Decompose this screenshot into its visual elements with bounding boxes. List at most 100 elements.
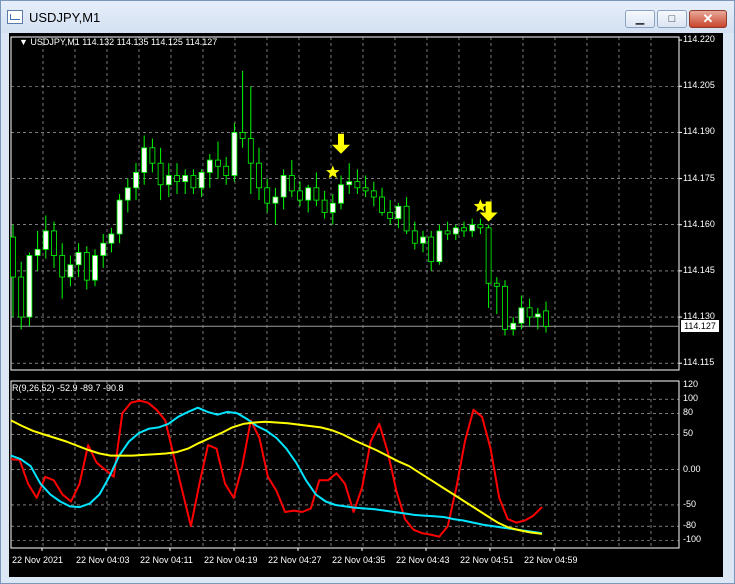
indicator-axis-label: 80: [683, 407, 694, 418]
price-axis-label: 114.205: [683, 80, 715, 91]
candle-bearish: [403, 205, 410, 232]
price-axis-label: 114.220: [683, 34, 715, 45]
candle-bearish: [215, 159, 221, 167]
candle-bullish: [452, 227, 459, 235]
candle-bearish: [297, 190, 303, 201]
minimize-button[interactable]: ▁: [625, 10, 655, 28]
maximize-icon: □: [668, 13, 676, 25]
candle-bullish: [141, 147, 148, 173]
indicator-axis-label: -50: [683, 498, 697, 509]
indicator-info: R(9,26,52) -52.9 -89.7 -90.8: [12, 383, 124, 393]
candle-bullish: [116, 199, 123, 235]
minimize-icon: ▁: [635, 13, 645, 25]
time-axis-label: 22 Nov 04:51: [460, 555, 514, 565]
price-axis-label: 114.160: [683, 218, 715, 229]
candle-bullish: [108, 233, 115, 244]
candle-bearish: [477, 224, 484, 229]
candle-bearish: [444, 230, 451, 235]
price-axis-label: 114.190: [683, 126, 715, 137]
candle-bullish: [198, 172, 205, 189]
candle-bullish: [329, 202, 336, 213]
candle-bullish: [420, 236, 426, 244]
candle-bearish: [526, 307, 533, 318]
time-axis-label: 22 Nov 04:03: [76, 555, 130, 565]
candle-bullish: [42, 230, 49, 250]
candle-bullish: [165, 175, 172, 186]
time-axis-label: 22 Nov 04:35: [332, 555, 386, 565]
candle-bullish: [346, 181, 353, 186]
indicator-axis-label: -100: [683, 534, 702, 545]
candle-bearish: [264, 187, 271, 204]
candle-bearish: [83, 252, 90, 281]
time-axis-label: 22 Nov 04:11: [140, 555, 193, 565]
indicator-axis-label: 50: [683, 428, 694, 439]
candle-bearish: [223, 165, 230, 176]
candle-bullish: [395, 205, 402, 219]
candle-bearish: [157, 162, 164, 186]
chart-canvas[interactable]: [9, 33, 723, 577]
candle-bullish: [231, 132, 238, 176]
current-price-label: 114.127: [681, 320, 719, 333]
main-chart-info: ▼ USDJPY,M1 114.132 114.135 114.125 114.…: [19, 37, 218, 47]
candle-bearish: [313, 187, 320, 201]
candle-bullish: [75, 252, 82, 266]
chart-window-icon: [7, 10, 23, 24]
candle-bearish: [239, 132, 246, 139]
candle-bearish: [247, 138, 254, 164]
candle-bullish: [518, 307, 525, 324]
candle-bearish: [485, 227, 492, 284]
time-axis-label: 22 Nov 2021: [12, 555, 64, 565]
candle-bullish: [338, 184, 344, 204]
candle-bearish: [190, 175, 197, 189]
candle-bullish: [67, 264, 74, 278]
candle-bearish: [174, 175, 180, 183]
candle-bearish: [362, 187, 369, 192]
indicator-line-red: [10, 399, 543, 538]
star-icon: [326, 165, 340, 179]
candle-bearish: [411, 230, 418, 244]
candle-bullish: [26, 255, 33, 318]
candle-bearish: [321, 199, 328, 213]
candle-bullish: [272, 196, 279, 204]
maximize-button[interactable]: □: [657, 10, 687, 28]
close-icon: ✕: [702, 11, 714, 26]
candle-bullish: [182, 175, 189, 183]
candle-bearish: [428, 236, 435, 263]
candle-bearish: [256, 162, 262, 189]
indicator-axis-label: 120: [683, 379, 699, 390]
candle-bearish: [502, 285, 508, 330]
candle-bullish: [206, 159, 213, 173]
main-pane-frame: [10, 36, 680, 371]
time-axis-label: 22 Nov 04:27: [268, 555, 322, 565]
indicator-axis-label: 100: [683, 393, 699, 404]
star-icon: [473, 199, 488, 212]
title-bar[interactable]: USDJPY,M1 ▁ □ ✕: [1, 1, 734, 33]
down-arrow-icon: [332, 133, 350, 154]
candle-bullish: [280, 175, 287, 198]
candle-bullish: [305, 187, 312, 201]
candle-bullish: [469, 224, 476, 232]
indicator-pane-frame: [10, 380, 680, 549]
candle-bearish: [461, 227, 467, 232]
candle-bearish: [354, 181, 361, 189]
candle-bullish: [92, 255, 98, 281]
candle-bearish: [51, 230, 57, 256]
price-axis-label: 114.145: [683, 264, 715, 275]
candle-bearish: [288, 175, 295, 192]
candle-bearish: [379, 196, 385, 213]
candle-bullish: [534, 313, 541, 318]
candle-bearish: [59, 255, 66, 278]
candle-bullish: [133, 172, 139, 189]
close-button[interactable]: ✕: [689, 10, 727, 28]
price-axis-label: 114.175: [683, 172, 715, 183]
candle-bullish: [510, 322, 517, 330]
candle-bearish: [18, 276, 25, 318]
chart-area[interactable]: ▼ USDJPY,M1 114.132 114.135 114.125 114.…: [9, 33, 723, 577]
candle-bearish: [149, 147, 156, 164]
candle-bearish: [387, 212, 394, 219]
indicator-line-cyan: [10, 406, 543, 535]
candle-bearish: [493, 282, 500, 287]
time-axis-label: 22 Nov 04:43: [396, 555, 450, 565]
price-axis-label: 114.115: [683, 357, 715, 368]
indicator-axis-label: 0.00: [683, 463, 701, 474]
